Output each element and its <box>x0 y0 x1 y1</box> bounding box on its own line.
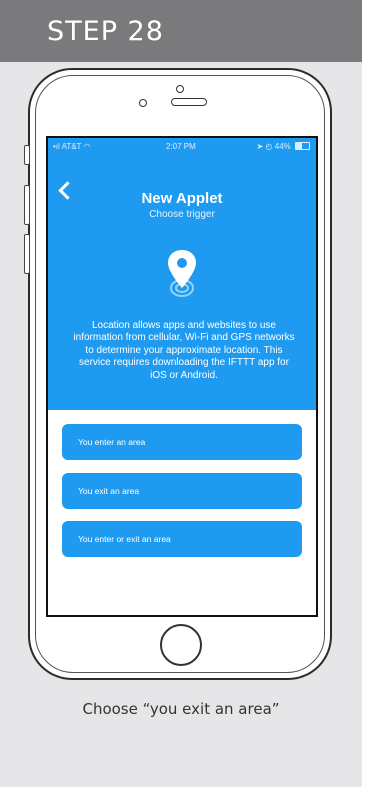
earpiece-speaker <box>171 98 207 106</box>
page-title: New Applet <box>141 190 223 207</box>
step-header: STEP 28 <box>0 0 362 62</box>
location-arrow-icon: ➤ <box>256 142 264 151</box>
volume-up-button <box>24 185 30 225</box>
proximity-sensor <box>139 99 147 107</box>
alarm-icon: ◴ <box>265 142 273 151</box>
battery-icon <box>295 142 310 150</box>
option-exit-area[interactable]: You exit an area <box>62 473 302 509</box>
step-caption: Choose “you exit an area” <box>82 700 280 718</box>
trigger-header-panel: •ıl AT&T ◠ 2:07 PM ➤ ◴ 44% New Applet Ch… <box>48 138 316 410</box>
status-carrier: •ıl AT&T ◠ <box>53 142 91 151</box>
front-camera <box>176 85 184 93</box>
wifi-icon: ◠ <box>83 142 91 151</box>
location-pin-icon <box>165 248 199 300</box>
status-right: ➤ ◴ 44% <box>257 142 310 151</box>
mute-switch <box>24 145 30 165</box>
step-title: STEP 28 <box>47 16 164 47</box>
option-enter-area[interactable]: You enter an area <box>62 424 302 460</box>
service-description: Location allows apps and websites to use… <box>73 320 295 381</box>
option-enter-or-exit-area[interactable]: You enter or exit an area <box>62 521 302 557</box>
page-subtitle: Choose trigger <box>149 209 215 220</box>
signal-icon: •ıl <box>53 142 60 151</box>
home-button[interactable] <box>160 624 202 666</box>
volume-down-button <box>24 234 30 274</box>
phone-screen: •ıl AT&T ◠ 2:07 PM ➤ ◴ 44% New Applet Ch… <box>46 136 318 617</box>
status-time: 2:07 PM <box>166 142 196 151</box>
